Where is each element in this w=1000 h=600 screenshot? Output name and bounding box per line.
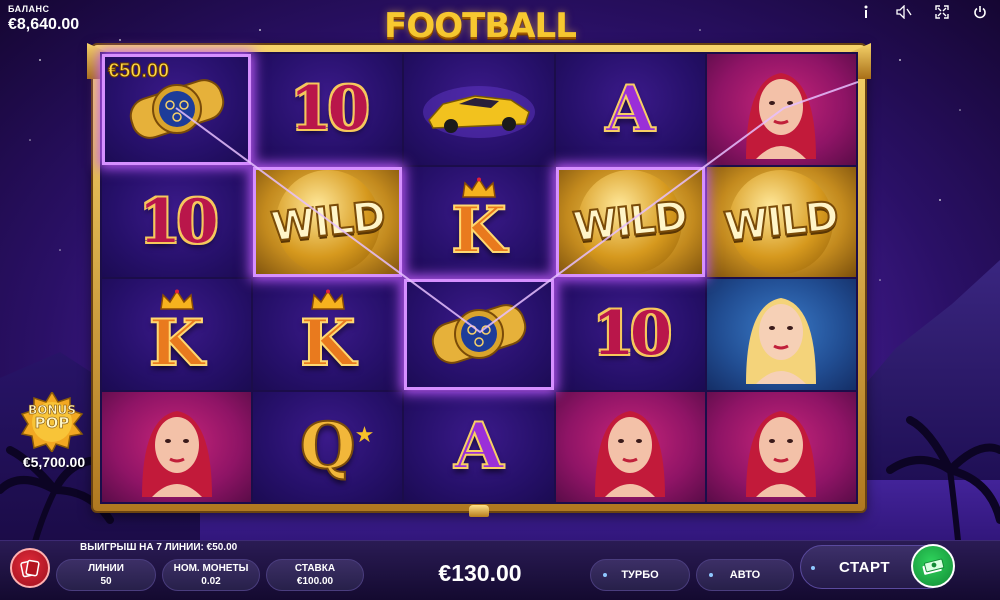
reel-cell-3-1 <box>404 54 554 165</box>
sports-car-icon <box>422 86 535 139</box>
auto-indicator <box>709 573 713 577</box>
crown-icon <box>159 289 194 310</box>
symbol-k: K <box>148 305 206 382</box>
turbo-indicator <box>603 573 607 577</box>
reel-cell-1-4 <box>102 391 252 502</box>
reel-cell-3-2: K <box>404 166 554 277</box>
bet-value: €100.00 <box>296 576 334 587</box>
lines-value: 50 <box>100 576 112 587</box>
lines-selector[interactable]: ЛИНИИ 50 <box>56 559 156 591</box>
palm-right <box>886 416 1000 560</box>
reel-cell-2-4: Q ★ <box>253 391 403 502</box>
reel-cell-1-1: €50.00 <box>102 54 252 165</box>
symbol-10: 10 <box>592 299 671 370</box>
reel-cell-2-3: K <box>253 279 403 390</box>
symbol-10: 10 <box>290 74 369 145</box>
wild-label: WILD <box>721 192 841 252</box>
turbo-label: ТУРБО <box>621 569 659 581</box>
info-icon[interactable] <box>858 4 874 20</box>
start-label: СТАРТ <box>839 559 890 576</box>
top-controls <box>858 4 988 20</box>
bonus-pop-title: BONUS POP <box>20 403 84 432</box>
wild-label: WILD <box>268 192 388 252</box>
balance-value: €8,640.00 <box>8 16 80 33</box>
reel-cell-5-3 <box>706 279 856 390</box>
power-icon[interactable] <box>972 4 988 20</box>
symbol-k: K <box>299 305 357 382</box>
coin-value-value: 0.02 <box>201 576 221 587</box>
auto-button[interactable]: АВТО <box>696 559 794 591</box>
crown-icon <box>310 289 345 310</box>
watch-icon <box>431 304 527 365</box>
reel-cell-3-3 <box>404 279 554 390</box>
wild-label: WILD <box>570 192 690 252</box>
wild-ball-icon: WILD <box>721 169 841 274</box>
balance-label: БАЛАНС <box>8 4 50 14</box>
reel-cell-4-4 <box>555 391 705 502</box>
win-info-text: ВЫИГРЫШ НА 7 ЛИНИИ: €50.00 <box>80 542 238 553</box>
reel-cell-1-3: K <box>102 279 252 390</box>
blonde-woman-icon <box>746 298 817 385</box>
bet-selector[interactable]: СТАВКА €100.00 <box>266 559 364 591</box>
symbol-a: A <box>604 71 656 148</box>
symbol-k: K <box>450 192 508 269</box>
reel-grid: €50.00 10 A 10 WILD K WILD WILD K K 10 Q ★ A <box>100 52 858 504</box>
line-win-value: €50.00 <box>107 60 170 83</box>
reel-cell-4-2: WILD <box>555 166 705 277</box>
redhead-woman-icon <box>746 410 817 497</box>
reel-cell-2-1: 10 <box>253 54 403 165</box>
reel-cell-5-4 <box>706 391 856 502</box>
reel-cell-1-2: 10 <box>102 166 252 277</box>
start-button[interactable]: СТАРТ <box>800 544 955 589</box>
redhead-woman-icon <box>746 73 817 160</box>
symbol-q: Q <box>299 408 357 485</box>
cards-icon <box>20 559 40 578</box>
star-icon: ★ <box>354 421 375 447</box>
redhead-woman-icon <box>595 410 666 497</box>
turbo-button[interactable]: ТУРБО <box>590 559 690 591</box>
bonus-pop[interactable]: BONUS POP €5,700.00 <box>8 392 100 476</box>
coin-value-selector[interactable]: НОМ. МОНЕТЫ 0.02 <box>162 559 260 591</box>
frame-ornament-bottom <box>469 505 489 517</box>
symbol-10: 10 <box>138 186 218 257</box>
reel-cell-2-2: WILD <box>253 166 403 277</box>
redhead-woman-icon <box>141 410 212 497</box>
bet-label: СТАВКА <box>294 563 336 574</box>
symbol-a: A <box>453 408 505 485</box>
bonus-pop-line2: POP <box>34 414 70 432</box>
wild-ball-icon: WILD <box>570 169 690 274</box>
sound-icon[interactable] <box>896 4 912 20</box>
reel-cell-5-2: WILD <box>706 166 856 277</box>
reel-cell-3-4: A <box>404 391 554 502</box>
crown-icon <box>462 177 496 198</box>
cash-stack-icon <box>911 544 955 588</box>
fullscreen-icon[interactable] <box>934 4 950 20</box>
lines-label: ЛИНИИ <box>88 563 124 574</box>
reel-cell-4-1: A <box>555 54 705 165</box>
bonus-pop-value: €5,700.00 <box>22 454 86 470</box>
gamble-cards-button[interactable] <box>10 548 50 588</box>
start-indicator <box>811 566 815 570</box>
reel-cell-4-3: 10 <box>555 279 705 390</box>
reel-frame: €50.00 10 A 10 WILD K WILD WILD K K 10 Q ★ A <box>87 43 871 517</box>
wild-ball-icon: WILD <box>268 169 388 274</box>
reel-cell-5-1 <box>706 54 856 165</box>
coin-value-label: НОМ. МОНЕТЫ <box>173 563 249 574</box>
total-win-amount: €130.00 <box>438 560 522 586</box>
auto-label: АВТО <box>729 569 761 581</box>
